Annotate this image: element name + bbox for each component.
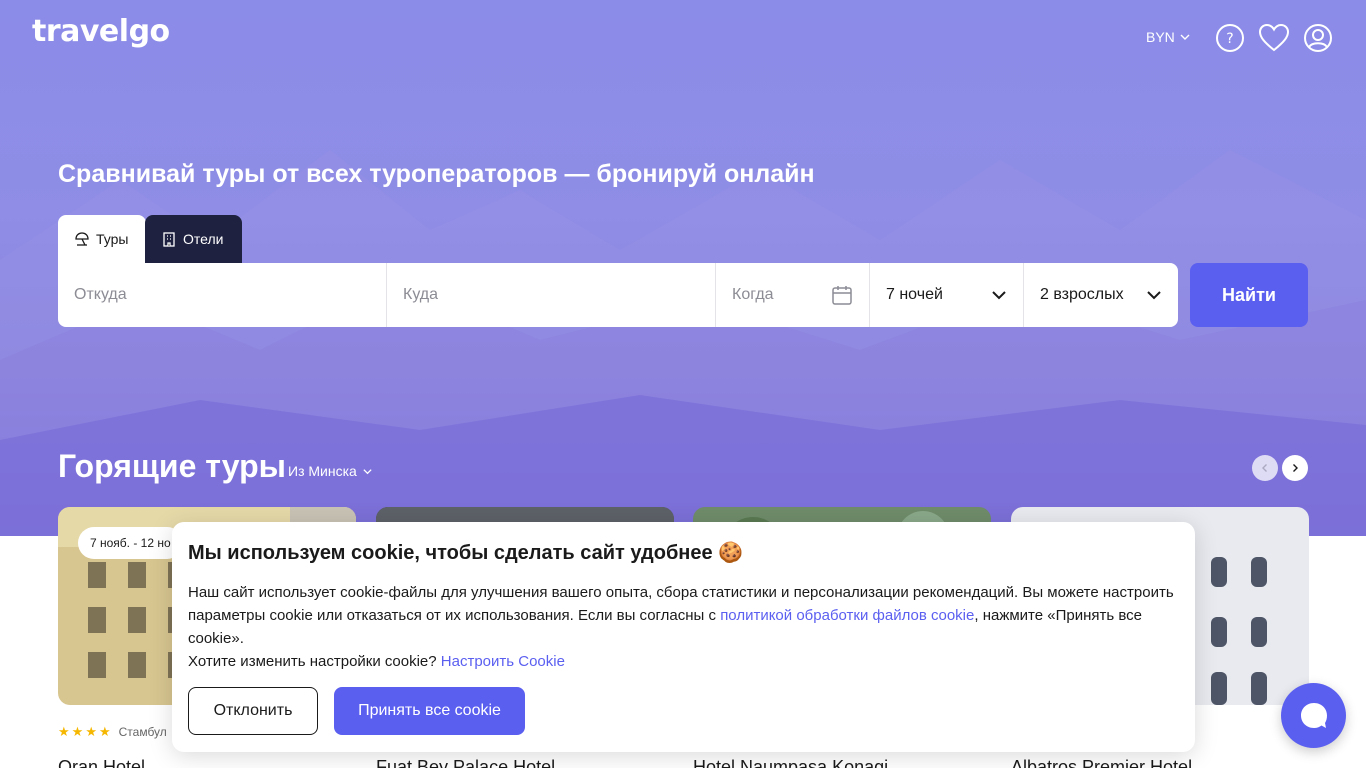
currency-selector[interactable]: BYN — [1146, 29, 1191, 45]
hero-headline: Сравнивай туры от всех туроператоров — б… — [58, 160, 815, 188]
departure-city-selector[interactable]: Из Минска — [288, 463, 373, 479]
carousel-next-button[interactable] — [1282, 455, 1308, 481]
date-badge: 7 нояб. - 12 но — [78, 527, 183, 559]
from-input[interactable] — [74, 286, 370, 304]
site-logo[interactable]: travelgo — [32, 14, 170, 49]
calendar-icon — [832, 286, 852, 305]
chat-button[interactable] — [1281, 683, 1346, 748]
account-button[interactable] — [1302, 22, 1334, 54]
date-field[interactable]: Когда — [716, 263, 870, 327]
svg-text:?: ? — [1226, 31, 1233, 47]
cookie-text: Наш сайт использует cookie-файлы для улу… — [188, 581, 1179, 673]
star-icon: ★ — [85, 724, 97, 739]
decline-cookies-button[interactable]: Отклонить — [188, 687, 318, 735]
nights-value: 7 ночей — [886, 286, 943, 303]
heart-icon — [1258, 23, 1290, 52]
user-icon — [1304, 24, 1332, 52]
chevron-down-icon — [363, 468, 372, 474]
chevron-down-icon — [1147, 291, 1161, 300]
cookie-buttons: Отклонить Принять все cookie — [188, 687, 525, 735]
chat-icon — [1300, 702, 1327, 728]
star-icon: ★ — [71, 724, 84, 739]
find-button[interactable]: Найти — [1190, 263, 1308, 327]
search-form: Когда 7 ночей 2 взрослых — [58, 263, 1178, 327]
favorites-button[interactable] — [1258, 22, 1290, 54]
accept-cookies-button[interactable]: Принять все cookie — [334, 687, 525, 735]
chevron-left-icon — [1262, 464, 1267, 472]
hotel-name: Oran Hotel — [58, 757, 146, 768]
guests-value: 2 взрослых — [1040, 286, 1124, 303]
tab-tours[interactable]: Туры — [58, 215, 146, 263]
from-field[interactable] — [58, 263, 387, 327]
building-icon — [163, 232, 175, 247]
chevron-down-icon — [1180, 34, 1190, 40]
departure-city-label: Из Минска — [288, 463, 357, 479]
tab-hotels[interactable]: Отели — [145, 215, 242, 263]
hot-tours-title: Горящие туры — [58, 448, 286, 484]
cookie-consent-dialog: Мы используем cookie, чтобы сделать сайт… — [172, 522, 1195, 752]
cookie-title: Мы используем cookie, чтобы сделать сайт… — [188, 542, 744, 564]
hotel-rating: ★ ★ ★ ★ Стамбул — [58, 724, 167, 740]
umbrella-icon — [75, 232, 89, 246]
date-placeholder: Когда — [732, 286, 774, 303]
tab-hotels-label: Отели — [183, 231, 224, 247]
hotel-location: Стамбул — [118, 725, 167, 739]
nights-select[interactable]: 7 ночей — [870, 263, 1024, 327]
hotel-name: Hotel Naumpasa Konagi — [693, 757, 889, 768]
chevron-down-icon — [992, 291, 1006, 300]
guests-select[interactable]: 2 взрослых — [1024, 263, 1178, 327]
cookie-policy-link[interactable]: политикой обработки файлов cookie — [720, 607, 974, 624]
chevron-right-icon — [1293, 464, 1298, 472]
cookie-settings-link[interactable]: Настроить Cookie — [441, 653, 565, 670]
hotel-name: Albatros Premier Hotel — [1011, 757, 1193, 768]
help-icon: ? — [1216, 24, 1244, 52]
help-button[interactable]: ? — [1214, 22, 1246, 54]
to-field[interactable] — [387, 263, 716, 327]
star-icon: ★ — [98, 724, 111, 739]
to-input[interactable] — [403, 286, 699, 304]
hotel-name: Fuat Bey Palace Hotel — [376, 757, 556, 768]
star-icon: ★ — [58, 724, 70, 739]
currency-label: BYN — [1146, 29, 1175, 45]
cookie-settings-question: Хотите изменить настройки cookie? — [188, 653, 441, 670]
carousel-prev-button[interactable] — [1252, 455, 1278, 481]
tab-tours-label: Туры — [96, 231, 129, 247]
